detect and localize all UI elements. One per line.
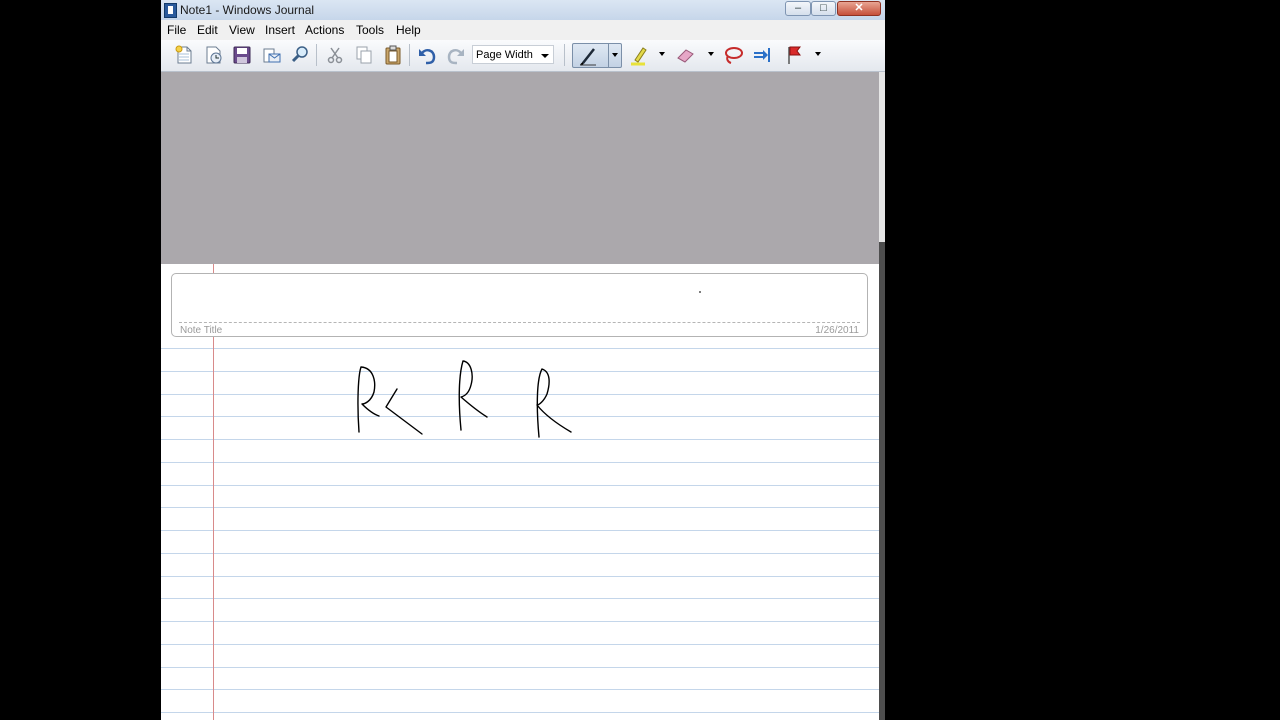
highlighter-icon[interactable] <box>628 44 650 66</box>
new-note-icon[interactable] <box>173 44 195 66</box>
menu-tools[interactable]: Tools <box>356 23 384 37</box>
menu-help[interactable]: Help <box>396 23 421 37</box>
toolbar: Page Width <box>161 40 885 72</box>
title-bar[interactable]: Note1 - Windows Journal – □ ✕ <box>161 0 885 21</box>
toolbar-separator <box>564 44 565 66</box>
pen-tool-button[interactable] <box>572 43 622 68</box>
close-button[interactable]: ✕ <box>837 1 881 16</box>
canvas-background <box>161 72 879 264</box>
menu-actions[interactable]: Actions <box>305 23 344 37</box>
journal-app-icon <box>164 3 177 18</box>
pen-dropdown-divider <box>608 44 609 67</box>
minimize-button[interactable]: – <box>785 1 811 16</box>
toolbar-separator <box>409 44 410 66</box>
zoom-value: Page Width <box>476 49 533 61</box>
window-title: Note1 - Windows Journal <box>180 3 315 17</box>
eraser-icon[interactable] <box>674 44 696 66</box>
restore-button[interactable]: □ <box>811 1 836 16</box>
journal-window: Note1 - Windows Journal – □ ✕ File Edit … <box>161 0 885 720</box>
menu-edit[interactable]: Edit <box>197 23 218 37</box>
ink-stroke-r3 <box>536 368 572 438</box>
lasso-select-icon[interactable] <box>722 44 744 66</box>
undo-icon[interactable] <box>416 44 438 66</box>
flag-icon[interactable] <box>783 44 805 66</box>
cut-icon[interactable] <box>324 44 346 66</box>
menu-file[interactable]: File <box>167 23 186 37</box>
menu-insert[interactable]: Insert <box>265 23 295 37</box>
cursor-dot <box>699 291 701 293</box>
new-note-from-template-icon[interactable] <box>202 44 224 66</box>
menu-view[interactable]: View <box>229 23 255 37</box>
restore-icon: □ <box>820 2 827 14</box>
minimize-icon: – <box>794 2 802 14</box>
highlighter-dropdown-arrow[interactable] <box>659 52 665 56</box>
save-icon[interactable] <box>231 44 253 66</box>
email-icon[interactable] <box>260 44 282 66</box>
vertical-scrollbar[interactable] <box>879 72 885 720</box>
insert-space-icon[interactable] <box>751 44 773 66</box>
copy-icon[interactable] <box>353 44 375 66</box>
redo-icon[interactable] <box>445 44 467 66</box>
toolbar-separator <box>316 44 317 66</box>
find-icon[interactable] <box>289 44 311 66</box>
pen-dropdown-arrow[interactable] <box>612 53 618 57</box>
ink-stroke-r1 <box>357 366 380 433</box>
chevron-down-icon <box>541 54 549 58</box>
ink-stroke-lt <box>385 388 423 435</box>
menu-bar: File Edit View Insert Actions Tools Help <box>161 20 885 41</box>
zoom-dropdown[interactable]: Page Width <box>472 45 554 64</box>
handwriting-ink <box>357 291 701 438</box>
flag-dropdown-arrow[interactable] <box>815 52 821 56</box>
pen-icon <box>580 48 596 66</box>
close-icon: ✕ <box>854 2 864 14</box>
ink-stroke-r2 <box>458 360 488 431</box>
paste-icon[interactable] <box>382 44 404 66</box>
eraser-dropdown-arrow[interactable] <box>708 52 714 56</box>
scrollbar-thumb[interactable] <box>879 242 885 720</box>
note-page[interactable]: Note Title 1/26/2011 <box>161 264 879 720</box>
